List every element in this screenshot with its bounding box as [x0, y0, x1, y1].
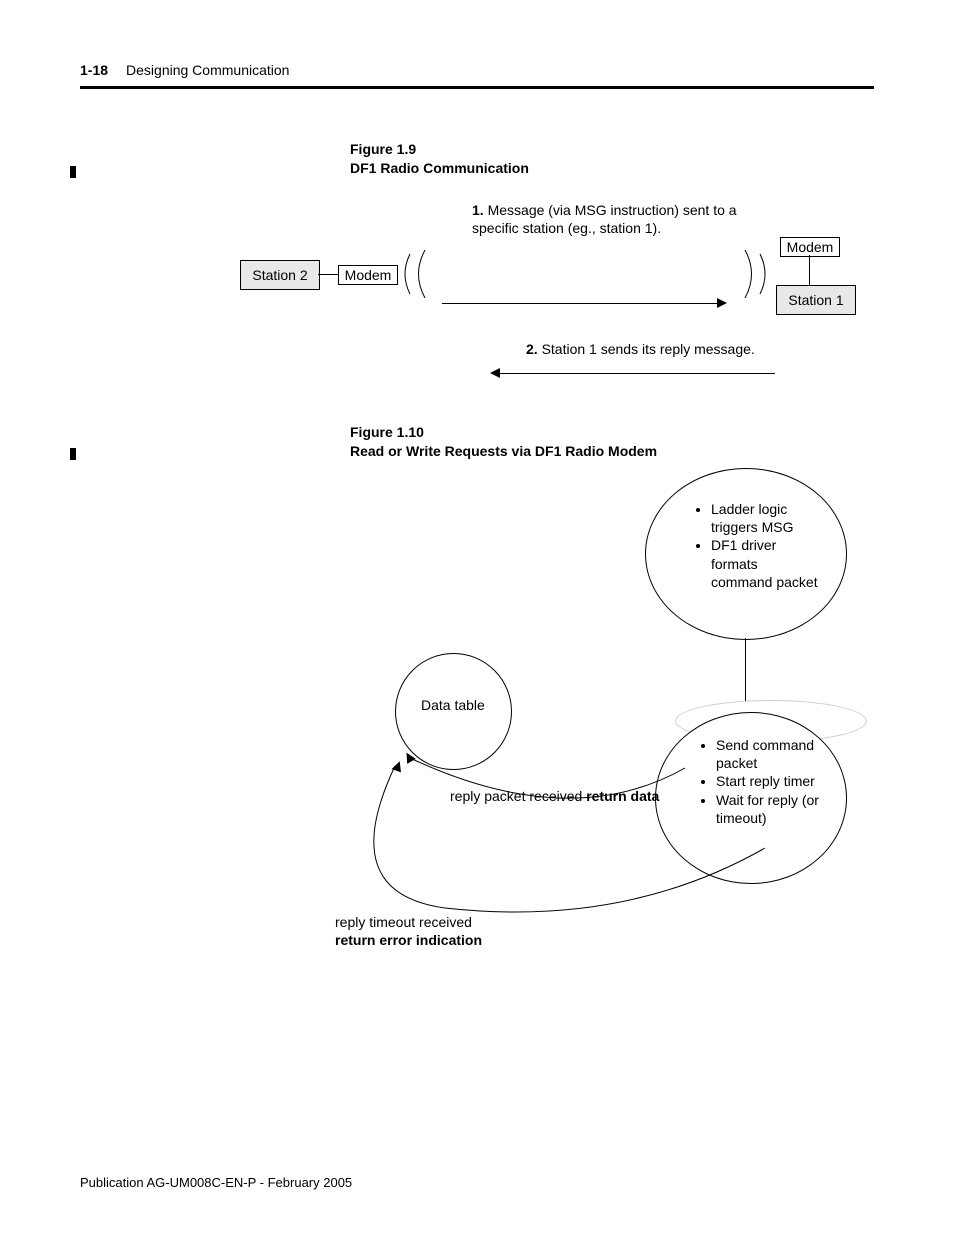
list-item: Ladder logic triggers MSG	[711, 500, 823, 536]
figure-label: Figure 1.9	[350, 140, 529, 159]
modem-left-box: Modem	[338, 265, 398, 285]
arrow-line	[500, 373, 775, 374]
step1-number: 1.	[472, 202, 484, 218]
change-bar	[70, 166, 76, 178]
edge-reply-timeout: reply timeout received return error indi…	[335, 913, 482, 949]
header-rule	[80, 86, 874, 89]
node-data-table-text: Data table	[421, 696, 485, 714]
arrow-line	[442, 303, 717, 304]
step2-text: Station 1 sends its reply message.	[542, 341, 755, 357]
publication-footer: Publication AG-UM008C-EN-P - February 20…	[80, 1175, 352, 1190]
figure-1-9-title: Figure 1.9 DF1 Radio Communication	[350, 140, 529, 178]
edge-text-bold: return error indication	[335, 932, 482, 948]
node-ladder-logic-text: Ladder logic triggers MSG DF1 driver for…	[693, 500, 823, 591]
modem-right-box: Modem	[780, 237, 840, 257]
modem-left-label: Modem	[345, 267, 392, 283]
station2-label: Station 2	[252, 267, 307, 283]
figure-1-10: Ladder logic triggers MSG DF1 driver for…	[335, 468, 895, 968]
step2-number: 2.	[526, 341, 538, 357]
connector-line	[318, 274, 338, 275]
edge-text: reply timeout received	[335, 913, 482, 931]
figure-caption: Read or Write Requests via DF1 Radio Mod…	[350, 442, 657, 461]
arrowhead-right-icon	[717, 298, 727, 308]
station1-box: Station 1	[776, 285, 856, 315]
change-bar	[70, 448, 76, 460]
step1-text: Message (via MSG instruction) sent to a …	[472, 202, 737, 236]
section-title: Designing Communication	[126, 62, 289, 78]
list-item: DF1 driver formats command packet	[711, 536, 823, 591]
figure-caption: DF1 Radio Communication	[350, 159, 529, 178]
page-number: 1-18	[80, 62, 108, 78]
arrow-line	[745, 638, 746, 703]
station1-label: Station 1	[788, 292, 843, 308]
station2-box: Station 2	[240, 260, 320, 290]
arrowhead-left-icon	[490, 368, 500, 378]
connector-line	[809, 255, 810, 285]
figure-1-10-title: Figure 1.10 Read or Write Requests via D…	[350, 423, 657, 461]
figure-1-9: 1. Message (via MSG instruction) sent to…	[240, 195, 860, 395]
radio-waves-right-icon	[730, 250, 770, 298]
figure-label: Figure 1.10	[350, 423, 657, 442]
radio-waves-left-icon	[400, 250, 440, 298]
arrow-curve-long-icon	[325, 758, 785, 928]
modem-right-label: Modem	[787, 239, 834, 255]
